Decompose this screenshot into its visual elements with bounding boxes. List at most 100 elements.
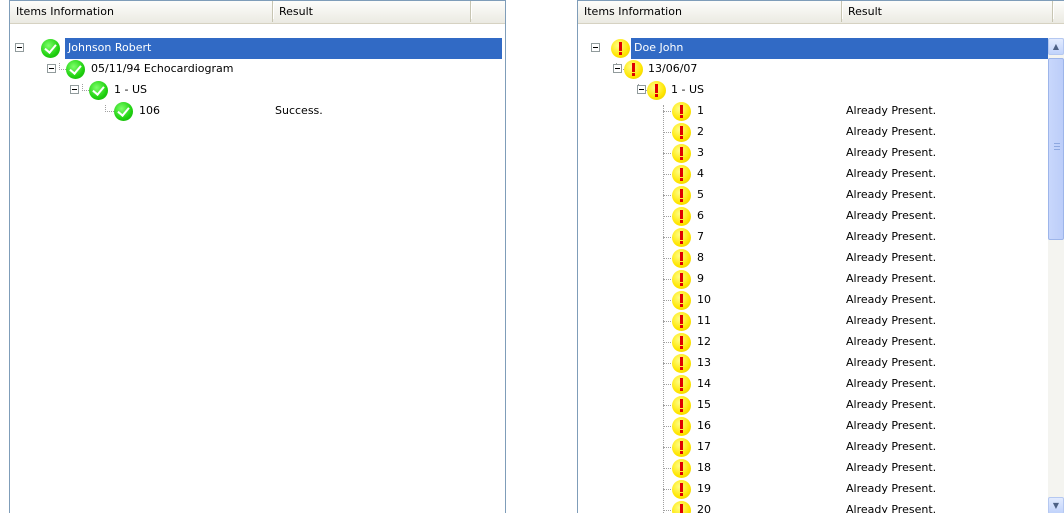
result-text: Already Present. (846, 167, 937, 180)
tree-row-image[interactable]: 6 Already Present. (578, 206, 1064, 227)
image-label: 14 (697, 377, 711, 390)
collapse-icon[interactable] (613, 64, 622, 73)
tree-row-image[interactable]: 10 Already Present. (578, 290, 1064, 311)
scroll-down-icon[interactable]: ▼ (1048, 497, 1064, 513)
vertical-scrollbar[interactable]: ▲ ▼ (1048, 38, 1064, 513)
image-label: 13 (697, 356, 711, 369)
success-icon (89, 81, 108, 100)
patient-label: Johnson Robert (65, 40, 155, 56)
tree-row-image[interactable]: 9 Already Present. (578, 269, 1064, 290)
warning-icon (611, 39, 630, 58)
column-header: Items Information Result (10, 1, 505, 24)
image-label: 16 (697, 419, 711, 432)
tree-row-image[interactable]: 5 Already Present. (578, 185, 1064, 206)
tree-row-image[interactable]: 1 Already Present. (578, 101, 1064, 122)
image-label: 1 (697, 104, 704, 117)
tree-row-image[interactable]: 19 Already Present. (578, 479, 1064, 500)
image-label: 2 (697, 125, 704, 138)
study-label: 13/06/07 (648, 62, 698, 75)
column-items-information[interactable]: Items Information (578, 1, 843, 22)
tree-row-image[interactable]: 106 Success. (10, 101, 505, 122)
result-text: Already Present. (846, 419, 937, 432)
tree-row-study[interactable]: 13/06/07 (578, 59, 1064, 80)
result-text: Already Present. (846, 314, 937, 327)
column-items-information[interactable]: Items Information (10, 1, 274, 22)
result-text: Already Present. (846, 335, 937, 348)
result-text: Already Present. (846, 188, 937, 201)
warning-icon (672, 186, 691, 205)
collapse-icon[interactable] (15, 43, 24, 52)
right-results-tree[interactable]: Items Information Result Doe John 13/06/… (577, 0, 1064, 513)
tree-row-image[interactable]: 7 Already Present. (578, 227, 1064, 248)
image-label: 5 (697, 188, 704, 201)
image-label: 9 (697, 272, 704, 285)
tree-row-image[interactable]: 4 Already Present. (578, 164, 1064, 185)
tree-row-image[interactable]: 18 Already Present. (578, 458, 1064, 479)
tree-row-image[interactable]: 12 Already Present. (578, 332, 1064, 353)
collapse-icon[interactable] (70, 85, 79, 94)
image-label: 6 (697, 209, 704, 222)
warning-icon (672, 354, 691, 373)
scrollbar-thumb[interactable] (1048, 58, 1064, 240)
warning-icon (672, 228, 691, 247)
left-results-tree[interactable]: Items Information Result Johnson Robert … (9, 0, 506, 513)
image-label: 17 (697, 440, 711, 453)
result-text: Already Present. (846, 104, 937, 117)
column-result[interactable]: Result (273, 1, 472, 22)
series-label: 1 - US (671, 83, 704, 96)
scroll-up-icon[interactable]: ▲ (1048, 38, 1064, 55)
tree-row-patient[interactable]: Doe John (578, 38, 1064, 59)
warning-icon (672, 249, 691, 268)
image-label: 19 (697, 482, 711, 495)
result-text: Success. (275, 104, 323, 117)
image-label: 15 (697, 398, 711, 411)
tree-row-series[interactable]: 1 - US (10, 80, 505, 101)
tree-row-image[interactable]: 15 Already Present. (578, 395, 1064, 416)
warning-icon (672, 501, 691, 513)
tree-row-image[interactable]: 8 Already Present. (578, 248, 1064, 269)
tree-row-patient[interactable]: Johnson Robert (10, 38, 505, 59)
warning-icon (672, 270, 691, 289)
column-result[interactable]: Result (842, 1, 1054, 22)
tree-row-image[interactable]: 17 Already Present. (578, 437, 1064, 458)
image-label: 8 (697, 251, 704, 264)
series-label: 1 - US (114, 83, 147, 96)
result-text: Already Present. (846, 398, 937, 411)
result-text: Already Present. (846, 125, 937, 138)
result-text: Already Present. (846, 230, 937, 243)
warning-icon (672, 123, 691, 142)
warning-icon (647, 81, 666, 100)
result-text: Already Present. (846, 251, 937, 264)
collapse-icon[interactable] (47, 64, 56, 73)
warning-icon (672, 312, 691, 331)
image-label: 3 (697, 146, 704, 159)
warning-icon (672, 459, 691, 478)
image-label: 7 (697, 230, 704, 243)
result-text: Already Present. (846, 440, 937, 453)
warning-icon (672, 417, 691, 436)
warning-icon (672, 375, 691, 394)
image-label: 106 (139, 104, 160, 117)
image-label: 11 (697, 314, 711, 327)
success-icon (66, 60, 85, 79)
warning-icon (672, 102, 691, 121)
image-label: 20 (697, 503, 711, 513)
result-text: Already Present. (846, 146, 937, 159)
collapse-icon[interactable] (591, 43, 600, 52)
image-label: 12 (697, 335, 711, 348)
tree-row-image[interactable]: 3 Already Present. (578, 143, 1064, 164)
collapse-icon[interactable] (637, 85, 646, 94)
result-text: Already Present. (846, 482, 937, 495)
column-header: Items Information Result (578, 1, 1064, 24)
tree-row-image[interactable]: 14 Already Present. (578, 374, 1064, 395)
tree-row-image[interactable]: 13 Already Present. (578, 353, 1064, 374)
result-text: Already Present. (846, 272, 937, 285)
tree-row-study[interactable]: 05/11/94 Echocardiogram (10, 59, 505, 80)
tree-row-image[interactable]: 2 Already Present. (578, 122, 1064, 143)
image-label: 10 (697, 293, 711, 306)
tree-row-series[interactable]: 1 - US (578, 80, 1064, 101)
tree-row-image[interactable]: 20 Already Present. (578, 500, 1064, 513)
tree-row-image[interactable]: 16 Already Present. (578, 416, 1064, 437)
result-text: Already Present. (846, 209, 937, 222)
tree-row-image[interactable]: 11 Already Present. (578, 311, 1064, 332)
